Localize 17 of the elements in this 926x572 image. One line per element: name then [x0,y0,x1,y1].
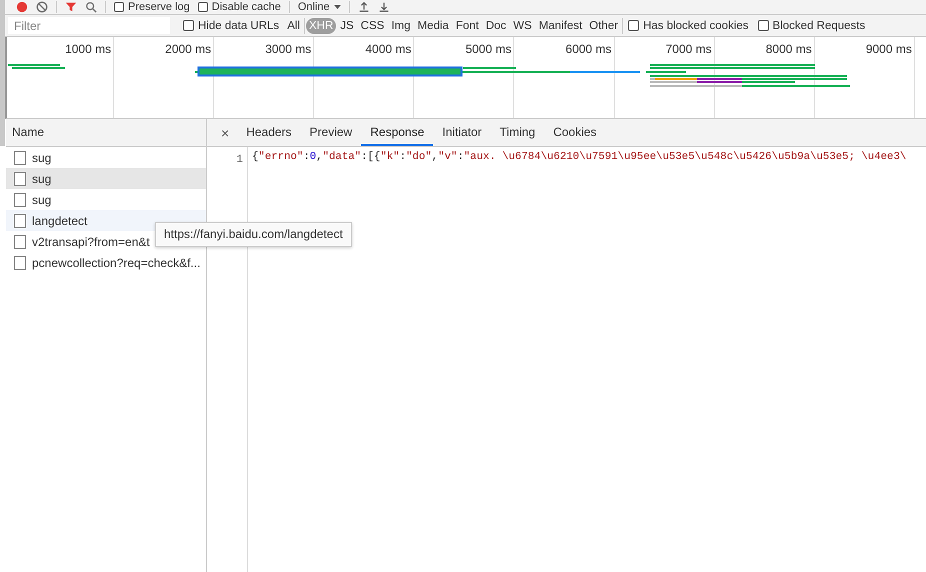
checkbox-label: Blocked Requests [772,20,866,32]
code-line: {"errno":0,"data":[{"k":"do","v":"aux. \u6784\u6210\u7591\u95ee\u53e5\u548c\u5426\u5b9a\u53e5; \u4ee3\ [252,151,906,163]
checkbox-label: Has blocked cookies [643,20,749,32]
time-tick-label: 9000 ms [866,42,912,56]
time-tick-label: 4000 ms [365,42,412,56]
time-tick-label: 2000 ms [165,42,212,56]
url-tooltip: https://fanyi.baidu.com/langdetect [155,222,352,247]
checkbox-label: Hide data URLs [198,20,280,32]
time-tick-label: 7000 ms [666,42,712,56]
checkbox-label: Preserve log [128,1,190,13]
line-number: 1 [236,154,243,166]
time-tick-label: 1000 ms [65,42,112,56]
time-tick-label: 8000 ms [766,42,812,56]
time-tick-label: 5000 ms [465,42,512,56]
time-tick-label: 6000 ms [566,42,612,56]
checkbox-label: Disable cache [212,1,281,13]
time-tick-label: 3000 ms [265,42,312,56]
